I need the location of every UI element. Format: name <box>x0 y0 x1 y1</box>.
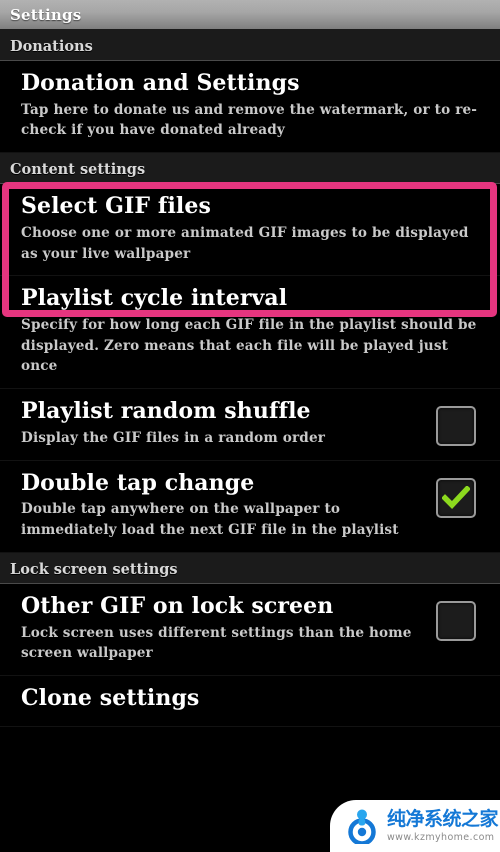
pref-clone-settings[interactable]: Clone settings <box>0 675 500 727</box>
pref-widget <box>426 470 486 518</box>
settings-list[interactable]: Donations Donation and Settings Tap here… <box>0 30 500 852</box>
section-header-label: Content settings <box>10 161 146 179</box>
checkbox-double-tap-change[interactable] <box>436 477 476 518</box>
pref-widget <box>426 593 486 641</box>
pref-widget <box>426 398 486 447</box>
pref-text: Playlist cycle interval Specify for how … <box>21 285 486 377</box>
watermark-logo-icon <box>344 808 380 846</box>
pref-title: Clone settings <box>21 684 200 711</box>
pref-title: Select GIF files <box>21 193 211 220</box>
section-header-label: Lock screen settings <box>10 560 178 578</box>
pref-summary: Lock screen uses different settings than… <box>21 624 412 662</box>
pref-title: Other GIF on lock screen <box>21 592 334 619</box>
pref-text: Playlist random shuffle Display the GIF … <box>21 398 426 448</box>
pref-double-tap-change[interactable]: Double tap change Double tap anywhere on… <box>0 460 500 553</box>
pref-summary: Choose one or more animated GIF images t… <box>21 224 469 262</box>
watermark: 纯净系统之家 www.kzmyhome.com <box>330 800 500 852</box>
pref-select-gif-files[interactable]: Select GIF files Choose one or more anim… <box>0 184 500 277</box>
section-header-lock-screen-settings: Lock screen settings <box>0 552 500 584</box>
watermark-text: 纯净系统之家 www.kzmyhome.com <box>387 807 499 843</box>
watermark-url: www.kzmyhome.com <box>387 831 495 843</box>
pref-text: Donation and Settings Tap here to donate… <box>21 70 486 141</box>
section-header-content-settings: Content settings <box>0 153 500 185</box>
pref-summary: Double tap anywhere on the wallpaper to … <box>21 501 399 539</box>
pref-title: Playlist random shuffle <box>21 398 311 425</box>
pref-text: Other GIF on lock screen Lock screen use… <box>21 593 426 664</box>
watermark-brand: 纯净系统之家 <box>387 807 499 830</box>
checkbox-other-gif-on-lock-screen[interactable] <box>436 600 476 641</box>
window-title: Settings <box>10 5 82 24</box>
pref-summary: Tap here to donate us and remove the wat… <box>21 101 478 139</box>
pref-playlist-random-shuffle[interactable]: Playlist random shuffle Display the GIF … <box>0 389 500 461</box>
pref-text: Clone settings <box>21 685 486 715</box>
pref-summary: Specify for how long each GIF file in th… <box>21 317 477 375</box>
pref-other-gif-on-lock-screen[interactable]: Other GIF on lock screen Lock screen use… <box>0 583 500 676</box>
pref-donation-and-settings[interactable]: Donation and Settings Tap here to donate… <box>0 61 500 154</box>
checkmark-icon <box>442 485 470 510</box>
section-header-donations: Donations <box>0 30 500 61</box>
pref-summary: Display the GIF files in a random order <box>21 429 326 446</box>
pref-playlist-cycle-interval[interactable]: Playlist cycle interval Specify for how … <box>0 276 500 390</box>
pref-text: Select GIF files Choose one or more anim… <box>21 193 486 264</box>
watermark-dots-decoration <box>452 0 478 2</box>
pref-title: Playlist cycle interval <box>21 285 288 312</box>
checkbox-playlist-random-shuffle[interactable] <box>436 406 476 447</box>
section-header-label: Donations <box>10 38 93 55</box>
title-bar: Settings <box>0 0 500 30</box>
pref-text: Double tap change Double tap anywhere on… <box>21 470 426 541</box>
pref-title: Double tap change <box>21 469 255 496</box>
pref-title: Donation and Settings <box>21 70 300 96</box>
